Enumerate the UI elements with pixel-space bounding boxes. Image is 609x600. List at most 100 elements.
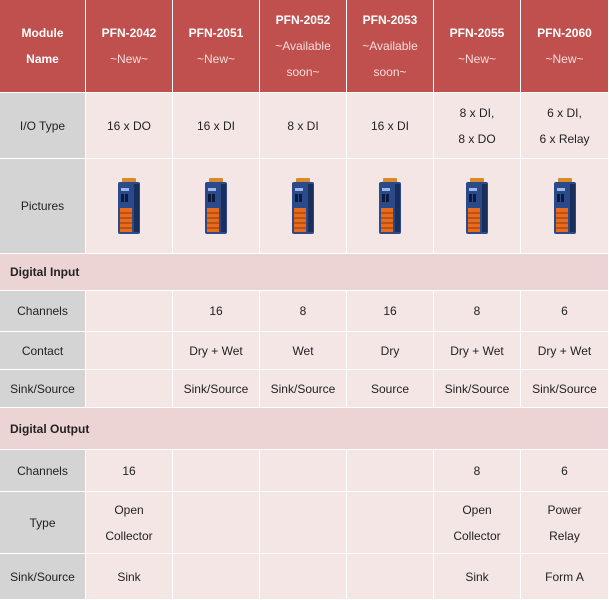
value-text: 8 xyxy=(299,304,307,318)
io-type-value: 6 x Relay xyxy=(539,131,590,146)
row-label-text: Sink/Source xyxy=(10,569,75,584)
value-cell: 16 xyxy=(173,291,260,332)
module-status: ~New~ xyxy=(196,52,235,66)
module-status: ~New~ xyxy=(457,52,496,66)
io-type-value: 8 x DI, xyxy=(459,105,495,120)
value-cell xyxy=(86,370,173,408)
value-cell: 8 xyxy=(260,291,347,332)
value-text: Sink/Source xyxy=(270,381,336,396)
value-cell: Power Relay xyxy=(521,492,609,554)
value-text: Sink/Source xyxy=(444,381,510,396)
section-title: Digital Output xyxy=(10,421,90,436)
value-cell: 8 xyxy=(434,291,521,332)
value-cell xyxy=(86,332,173,370)
module-header: PFN-2060 ~New~ xyxy=(521,0,609,93)
value-text: Sink xyxy=(465,569,489,584)
module-name: PFN-2051 xyxy=(188,26,244,40)
value-cell xyxy=(260,492,347,554)
io-type-value: 6 x DI, xyxy=(547,105,582,120)
module-header: PFN-2051 ~New~ xyxy=(173,0,260,93)
row-label-text: Channels xyxy=(17,463,68,478)
module-status: soon~ xyxy=(286,65,320,79)
comparison-table: Module Name PFN-2042 ~New~ PFN-2051 ~New~ PFN-… xyxy=(0,0,609,600)
value-cell: Sink/Source xyxy=(260,370,347,408)
module-name: PFN-2055 xyxy=(449,26,505,40)
value-text: 16 xyxy=(383,304,397,318)
picture-cell xyxy=(521,159,609,254)
value-cell: Open Collector xyxy=(86,492,173,554)
value-text: 6 xyxy=(561,463,568,478)
row-label-di-sink-source: Sink/Source xyxy=(0,370,86,408)
value-cell: 6 xyxy=(521,450,609,492)
value-cell: Sink/Source xyxy=(521,370,609,408)
module-header: PFN-2042 ~New~ xyxy=(86,0,173,93)
picture-cell xyxy=(434,159,521,254)
value-text: 8 xyxy=(473,304,481,318)
row-label-do-sink-source: Sink/Source xyxy=(0,554,86,600)
value-cell: Sink/Source xyxy=(173,370,260,408)
value-text: Open xyxy=(462,502,492,517)
value-cell xyxy=(260,450,347,492)
module-name: PFN-2060 xyxy=(537,26,592,40)
picture-cell xyxy=(86,159,173,254)
value-text: Sink xyxy=(117,569,141,584)
value-cell xyxy=(86,291,173,332)
value-text: Wet xyxy=(292,343,314,358)
value-cell: Open Collector xyxy=(434,492,521,554)
value-text: 8 xyxy=(473,463,481,478)
value-cell: Dry + Wet xyxy=(173,332,260,370)
row-label-pictures: Pictures xyxy=(0,159,86,254)
module-status: ~Available xyxy=(275,39,331,53)
value-text: Source xyxy=(370,381,410,396)
io-type-cell: 6 x DI, 6 x Relay xyxy=(521,93,609,159)
value-text: Open xyxy=(114,502,144,517)
value-text: Collector xyxy=(105,528,153,543)
module-status: ~New~ xyxy=(109,52,148,66)
module-photo-icon xyxy=(205,178,227,234)
module-photo-icon xyxy=(292,178,314,234)
header-corner-line: Module xyxy=(21,26,64,40)
row-label-text: Channels xyxy=(17,304,68,318)
io-type-value: 8 x DI xyxy=(287,118,319,133)
module-photo-icon xyxy=(118,178,140,234)
value-cell: Form A xyxy=(521,554,609,600)
value-cell xyxy=(347,450,434,492)
row-label-text: Pictures xyxy=(20,199,65,213)
value-text: 16 xyxy=(122,463,136,478)
module-status: ~New~ xyxy=(545,52,584,66)
io-type-value: 8 x DO xyxy=(458,131,496,146)
picture-cell xyxy=(347,159,434,254)
value-cell: Sink/Source xyxy=(434,370,521,408)
module-header: PFN-2055 ~New~ xyxy=(434,0,521,93)
module-name: PFN-2052 xyxy=(275,13,331,27)
row-label-do-channels: Channels xyxy=(0,450,86,492)
value-text: Dry + Wet xyxy=(450,343,504,358)
picture-cell xyxy=(260,159,347,254)
io-type-value: 16 x DO xyxy=(106,118,151,133)
value-cell xyxy=(173,492,260,554)
io-type-cell: 16 x DI xyxy=(173,93,260,159)
picture-cell xyxy=(173,159,260,254)
row-label-text: Sink/Source xyxy=(10,381,75,396)
value-text: Power xyxy=(547,502,582,517)
module-status: ~Available xyxy=(362,39,418,53)
value-cell: Wet xyxy=(260,332,347,370)
row-label-text: Contact xyxy=(21,343,64,358)
module-status: soon~ xyxy=(373,65,407,79)
value-text: Form A xyxy=(545,569,584,584)
value-text: Relay xyxy=(549,528,580,543)
header-corner-line: Name xyxy=(26,52,59,66)
module-photo-icon xyxy=(466,178,488,234)
value-cell xyxy=(347,554,434,600)
value-cell xyxy=(173,554,260,600)
value-cell xyxy=(173,450,260,492)
value-text: Dry + Wet xyxy=(189,343,243,358)
value-text: Dry + Wet xyxy=(537,343,592,358)
row-label-do-type: Type xyxy=(0,492,86,554)
module-header: PFN-2052 ~Available soon~ xyxy=(260,0,347,93)
value-cell: Sink xyxy=(434,554,521,600)
row-label-io-type: I/O Type xyxy=(0,93,86,159)
io-type-value: 16 x DI xyxy=(370,118,409,133)
value-cell: 6 xyxy=(521,291,609,332)
value-cell: Sink xyxy=(86,554,173,600)
